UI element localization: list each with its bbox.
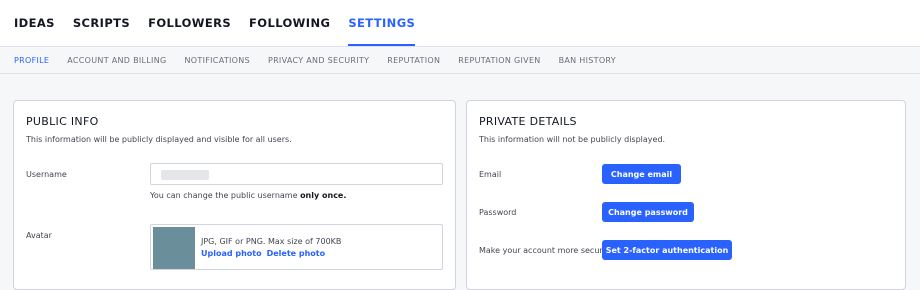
avatar-label: Avatar xyxy=(26,231,52,240)
avatar-field: JPG, GIF or PNG. Max size of 700KB Uploa… xyxy=(150,224,443,270)
tab-scripts[interactable]: SCRIPTS xyxy=(73,0,130,46)
avatar-image xyxy=(153,227,195,269)
two-factor-button[interactable]: Set 2-factor authentication xyxy=(602,240,732,260)
private-details-description: This information will not be publicly di… xyxy=(479,135,666,144)
username-input[interactable] xyxy=(150,163,443,185)
subtab-account-and-billing[interactable]: ACCOUNT AND BILLING xyxy=(67,56,166,65)
top-nav: IDEAS SCRIPTS FOLLOWERS FOLLOWING SETTIN… xyxy=(0,0,920,46)
username-hint-text: You can change the public username xyxy=(150,191,301,200)
change-password-button[interactable]: Change password xyxy=(602,202,694,222)
delete-photo-link[interactable]: Delete photo xyxy=(267,249,326,258)
password-label: Password xyxy=(479,208,517,217)
subtab-reputation-given[interactable]: REPUTATION GIVEN xyxy=(458,56,540,65)
subtab-notifications[interactable]: NOTIFICATIONS xyxy=(185,56,250,65)
username-hint: You can change the public username only … xyxy=(150,191,346,200)
avatar-actions: Upload photo Delete photo xyxy=(201,249,330,258)
security-label: Make your account more secure xyxy=(479,246,608,255)
public-info-title: PUBLIC INFO xyxy=(26,115,99,128)
username-hint-emphasis: only once. xyxy=(300,191,347,200)
tab-settings[interactable]: SETTINGS xyxy=(348,0,416,46)
public-info-description: This information will be publicly displa… xyxy=(26,135,292,144)
change-email-button[interactable]: Change email xyxy=(602,164,681,184)
username-value-redacted xyxy=(161,170,209,180)
email-label: Email xyxy=(479,170,502,179)
subtab-reputation[interactable]: REPUTATION xyxy=(387,56,440,65)
subtab-ban-history[interactable]: BAN HISTORY xyxy=(559,56,616,65)
subtab-profile[interactable]: PROFILE xyxy=(14,56,49,65)
private-details-card: PRIVATE DETAILS This information will no… xyxy=(466,100,906,290)
settings-subnav: PROFILE ACCOUNT AND BILLING NOTIFICATION… xyxy=(0,46,920,74)
public-info-card: PUBLIC INFO This information will be pub… xyxy=(13,100,456,290)
tab-following[interactable]: FOLLOWING xyxy=(249,0,330,46)
subtab-privacy-and-security[interactable]: PRIVACY AND SECURITY xyxy=(268,56,369,65)
tab-ideas[interactable]: IDEAS xyxy=(14,0,55,46)
upload-photo-link[interactable]: Upload photo xyxy=(201,249,262,258)
username-label: Username xyxy=(26,170,67,179)
tab-followers[interactable]: FOLLOWERS xyxy=(148,0,231,46)
private-details-title: PRIVATE DETAILS xyxy=(479,115,577,128)
avatar-hint: JPG, GIF or PNG. Max size of 700KB xyxy=(201,237,342,246)
